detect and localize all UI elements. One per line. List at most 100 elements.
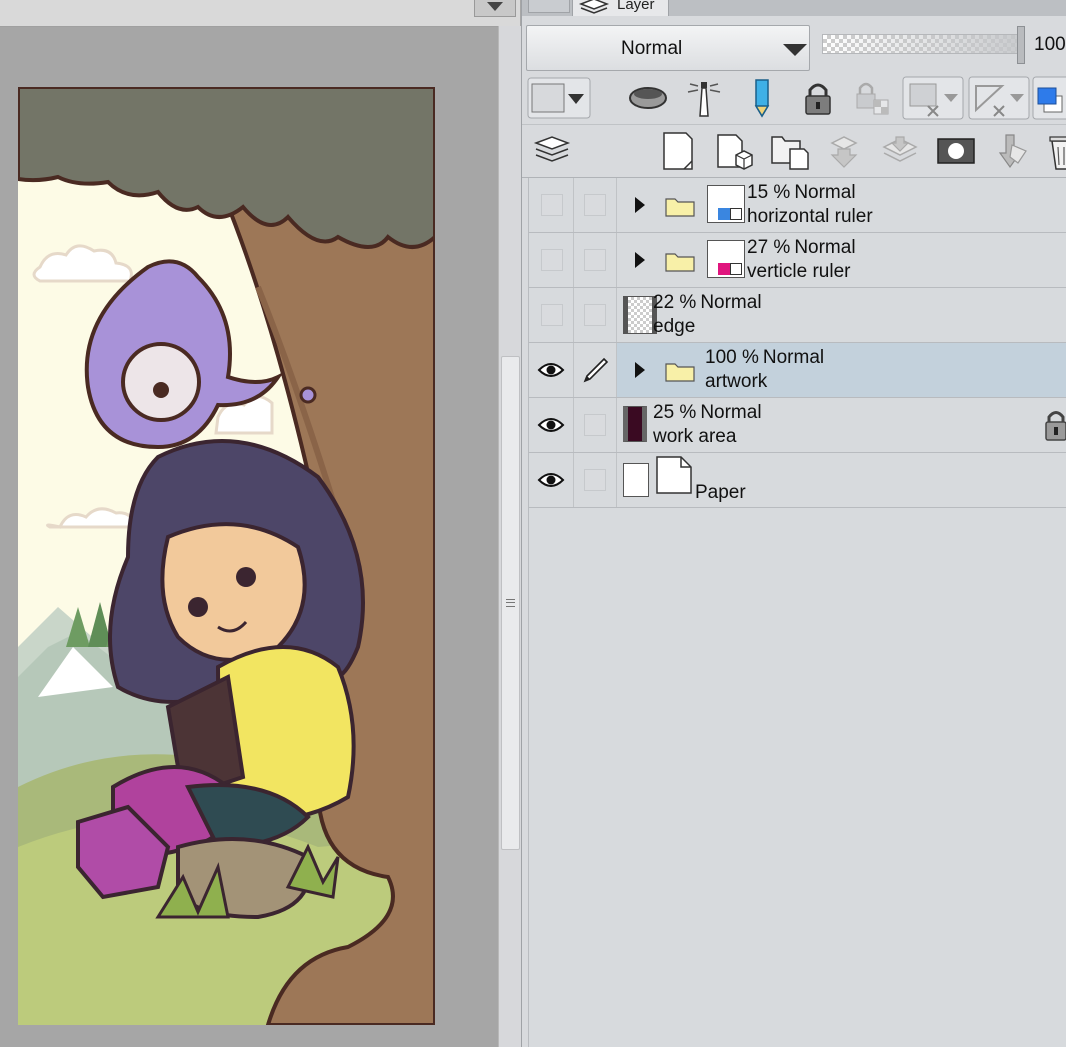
- layer-content[interactable]: 100 % Normal artwork: [617, 343, 1066, 397]
- new-folder-button[interactable]: [768, 129, 812, 173]
- scrollbar-thumb[interactable]: [501, 356, 520, 850]
- layer-name[interactable]: edge: [653, 316, 695, 338]
- eye-icon[interactable]: [537, 360, 565, 380]
- transfer-mask-button[interactable]: [988, 129, 1032, 173]
- edit-target-checkbox[interactable]: [584, 194, 606, 216]
- layer-properties: 15 % Normal: [747, 182, 856, 204]
- layer-content[interactable]: 25 % Normal work area: [617, 398, 1066, 452]
- layer-row-edge[interactable]: 22 % Normal edge: [529, 288, 1066, 343]
- layer-thumbnail: [623, 463, 649, 497]
- layer-content[interactable]: 22 % Normal edge: [617, 288, 1066, 342]
- visibility-toggle[interactable]: [529, 453, 574, 507]
- folder-expand-icon[interactable]: [635, 197, 645, 213]
- visibility-toggle[interactable]: [529, 233, 574, 287]
- lock-transparent-button[interactable]: [852, 76, 896, 120]
- edit-target-checkbox[interactable]: [584, 469, 606, 491]
- layer-thumbnail: [707, 185, 745, 223]
- panel-tab-previous[interactable]: [528, 0, 570, 13]
- grip-icon: [506, 599, 515, 607]
- edit-target-toggle[interactable]: [574, 453, 617, 507]
- layer-row-verticle-ruler[interactable]: 27 % Normal verticle ruler: [529, 233, 1066, 288]
- ruler-color-swatch: [718, 263, 730, 275]
- edit-target-toggle[interactable]: [574, 288, 617, 342]
- layer-thumbnail: [707, 240, 745, 278]
- layer-mask-button[interactable]: [934, 129, 978, 173]
- canvas-menu-button[interactable]: [474, 0, 516, 17]
- layer-row-work-area[interactable]: 25 % Normal work area: [529, 398, 1066, 453]
- delete-layer-icon: [1049, 136, 1066, 170]
- opacity-slider[interactable]: [822, 34, 1022, 54]
- layer-name[interactable]: verticle ruler: [747, 261, 850, 283]
- tab-layer[interactable]: Layer: [572, 0, 669, 17]
- visibility-checkbox[interactable]: [541, 249, 563, 271]
- canvas-area[interactable]: [0, 0, 498, 1047]
- layer-color-dropdown-button[interactable]: [526, 76, 592, 120]
- reference-layer-button[interactable]: [626, 76, 670, 120]
- delete-layer-button[interactable]: [1042, 129, 1066, 173]
- layer-name[interactable]: work area: [653, 426, 736, 448]
- ruler-color-swatch: [718, 208, 730, 220]
- visibility-toggle[interactable]: [529, 343, 574, 397]
- ruler-enable-button[interactable]: [968, 76, 1030, 120]
- merge-down-button[interactable]: [878, 129, 922, 173]
- artwork-canvas[interactable]: [18, 87, 435, 1025]
- layer-color-button[interactable]: [1032, 76, 1066, 120]
- lock-layer-button[interactable]: [796, 76, 840, 120]
- layer-stack-button[interactable]: [530, 129, 574, 173]
- eye-icon[interactable]: [537, 415, 565, 435]
- draft-layer-button[interactable]: [740, 76, 784, 120]
- layer-color-icon: [1032, 76, 1066, 120]
- transfer-down-button[interactable]: [822, 129, 866, 173]
- visibility-toggle[interactable]: [529, 398, 574, 452]
- edit-target-checkbox[interactable]: [584, 304, 606, 326]
- new-vector-layer-icon: [717, 134, 753, 170]
- lighthouse-reference-icon: [687, 82, 721, 117]
- visibility-checkbox[interactable]: [541, 304, 563, 326]
- visibility-toggle[interactable]: [529, 178, 574, 232]
- edit-target-toggle[interactable]: [574, 178, 617, 232]
- mask-enable-button[interactable]: [902, 76, 964, 120]
- layer-row-paper[interactable]: Paper: [529, 453, 1066, 508]
- chevron-down-icon: [783, 44, 807, 56]
- paper-layer-icon: [656, 456, 692, 494]
- edit-target-toggle[interactable]: [574, 233, 617, 287]
- folder-icon: [665, 363, 695, 382]
- layer-properties: 22 % Normal: [653, 292, 762, 314]
- eye-icon[interactable]: [537, 470, 565, 490]
- visibility-toggle[interactable]: [529, 288, 574, 342]
- edit-target-toggle[interactable]: [574, 343, 617, 397]
- layer-properties: 100 % Normal: [705, 347, 824, 369]
- layer-name[interactable]: horizontal ruler: [747, 206, 873, 228]
- folder-expand-icon[interactable]: [635, 362, 645, 378]
- new-raster-layer-button[interactable]: [656, 129, 700, 173]
- layer-row-horizontal-ruler[interactable]: 15 % Normal horizontal ruler: [529, 178, 1066, 233]
- layer-list: 15 % Normal horizontal ruler 27 % Normal…: [528, 178, 1066, 1047]
- new-vector-layer-button[interactable]: [712, 129, 756, 173]
- lighthouse-button[interactable]: [682, 76, 726, 120]
- lock-icon: [1045, 411, 1066, 441]
- edit-target-toggle[interactable]: [574, 398, 617, 452]
- opacity-value[interactable]: 100: [1034, 34, 1066, 56]
- lock-transparent-icon: [856, 82, 889, 115]
- layer-name[interactable]: artwork: [705, 371, 767, 393]
- layer-row-artwork[interactable]: 100 % Normal artwork: [529, 343, 1066, 398]
- canvas-vertical-scrollbar[interactable]: [498, 26, 521, 1047]
- layer-panel: Layer Normal 100 15 % Normal horizontal …: [521, 0, 1066, 1047]
- layer-content[interactable]: Paper: [617, 453, 1066, 507]
- edit-target-checkbox[interactable]: [584, 414, 606, 436]
- layer-content[interactable]: 27 % Normal verticle ruler: [617, 233, 1066, 287]
- mask-enable-icon: [902, 76, 964, 120]
- layer-content[interactable]: 15 % Normal horizontal ruler: [617, 178, 1066, 232]
- folder-icon: [665, 253, 695, 272]
- layer-name[interactable]: Paper: [695, 482, 746, 504]
- visibility-checkbox[interactable]: [541, 194, 563, 216]
- edit-target-checkbox[interactable]: [584, 249, 606, 271]
- blending-mode-value: Normal: [621, 38, 683, 59]
- layer-thumbnail: [623, 296, 657, 334]
- opacity-slider-handle[interactable]: [1017, 26, 1025, 64]
- folder-expand-icon[interactable]: [635, 252, 645, 268]
- layer-blend-mode: Normal: [700, 402, 762, 423]
- blending-mode-select[interactable]: Normal: [526, 25, 810, 71]
- new-folder-icon: [771, 136, 809, 170]
- ruler-mask-swatch: [730, 263, 742, 275]
